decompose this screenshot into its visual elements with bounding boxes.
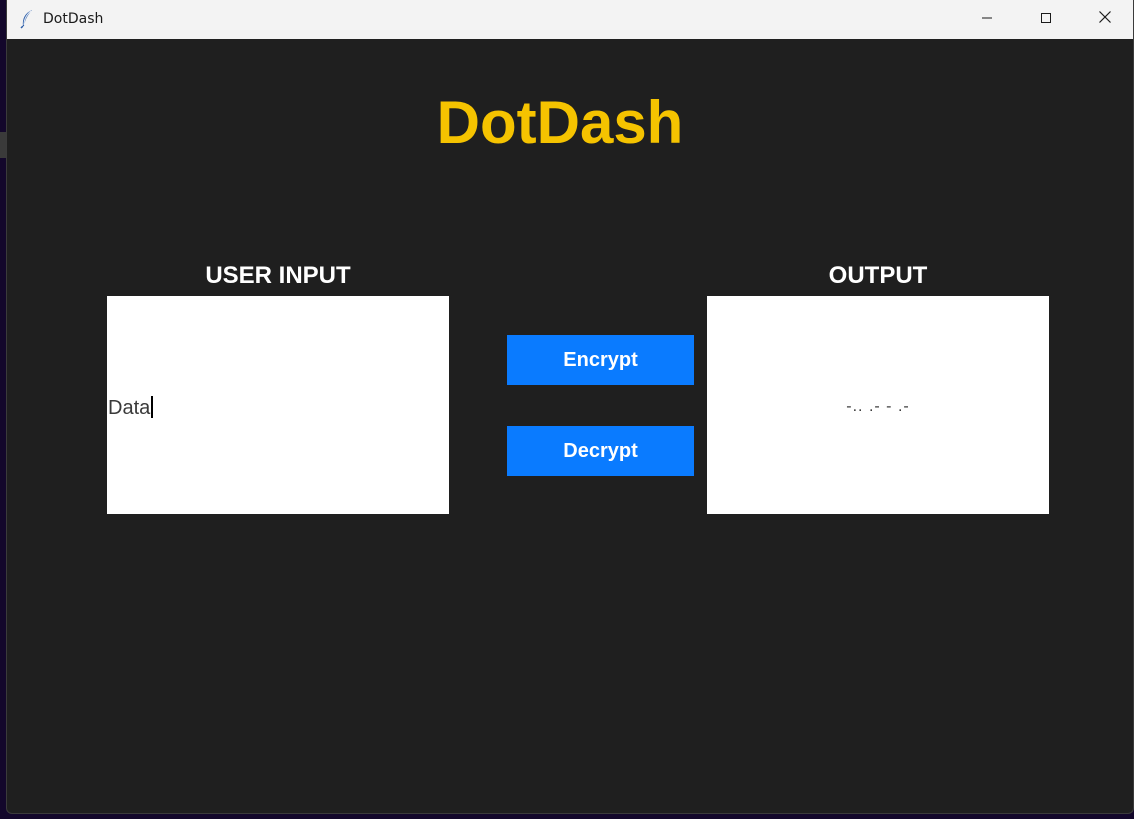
feather-icon bbox=[19, 9, 35, 29]
minimize-icon bbox=[981, 11, 993, 29]
text-caret bbox=[151, 396, 154, 418]
maximize-button[interactable] bbox=[1023, 0, 1069, 39]
encrypt-button[interactable]: Encrypt bbox=[507, 335, 694, 385]
user-input-text: Data bbox=[108, 396, 154, 419]
output-field[interactable]: -.. .- - .- bbox=[707, 296, 1049, 514]
output-value: -.. .- - .- bbox=[846, 398, 910, 415]
window-title: DotDash bbox=[43, 11, 104, 27]
output-label: OUTPUT bbox=[828, 262, 928, 289]
app-window: DotDash DotDash USER INPUT OUTPUT Data -… bbox=[6, 0, 1134, 814]
close-button[interactable] bbox=[1082, 0, 1128, 39]
close-icon bbox=[1098, 10, 1112, 29]
maximize-icon bbox=[1040, 11, 1052, 29]
user-input-value: Data bbox=[108, 397, 151, 419]
app-heading: DotDash bbox=[436, 89, 684, 156]
minimize-button[interactable] bbox=[964, 0, 1010, 39]
title-bar[interactable]: DotDash bbox=[7, 0, 1133, 39]
decrypt-button[interactable]: Decrypt bbox=[507, 426, 694, 476]
user-input-label: USER INPUT bbox=[205, 262, 351, 289]
user-input-field[interactable]: Data bbox=[107, 296, 449, 514]
